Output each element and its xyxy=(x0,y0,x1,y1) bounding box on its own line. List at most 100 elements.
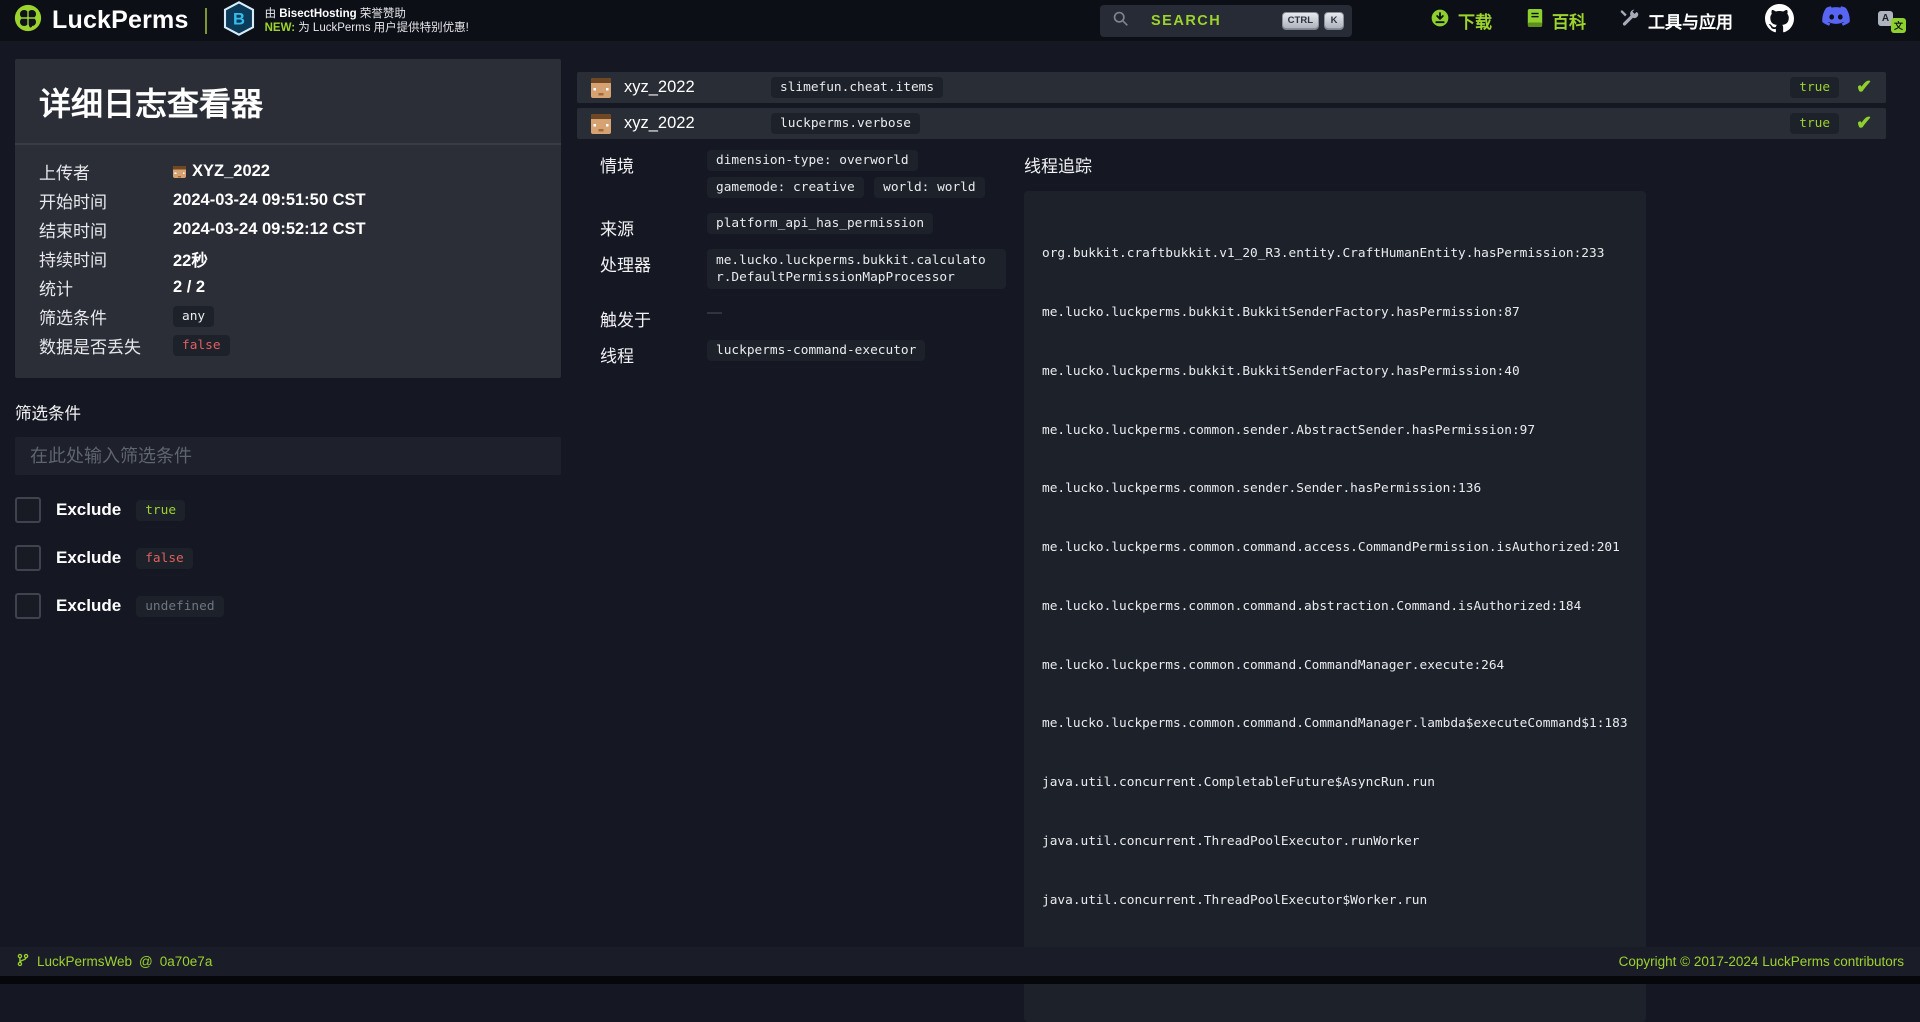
search-label: SEARCH xyxy=(1151,13,1221,29)
log-row-1[interactable]: xyz_2022 slimefun.cheat.items true ✔ xyxy=(577,72,1886,103)
search-box[interactable]: SEARCH CTRL K xyxy=(1100,5,1352,37)
exclude-options: Exclude true Exclude false Exclude undef… xyxy=(15,497,561,619)
footer-version-link[interactable]: LuckPermsWeb @ 0a70e7a xyxy=(16,953,212,970)
brand-title: LuckPerms xyxy=(52,6,189,35)
player-avatar-icon xyxy=(591,114,611,134)
exclude-row-false: Exclude false xyxy=(15,545,561,571)
footer-commit-hash: 0a70e7a xyxy=(160,954,213,969)
svg-text:B: B xyxy=(233,9,245,28)
discord-icon[interactable] xyxy=(1820,5,1852,36)
exclude-value-false: false xyxy=(136,548,193,569)
row-username: xyz_2022 xyxy=(624,78,771,97)
trace-heading: 线程追踪 xyxy=(1024,152,1886,177)
nav-link-wiki[interactable]: 百科 xyxy=(1526,8,1586,33)
thread-chip: luckperms-command-executor xyxy=(707,340,925,361)
sidebar: 详细日志查看器 上传者 XYZ_2022 开始时间 202 xyxy=(15,59,561,641)
navbar: LuckPerms B 由 BisectHosting 荣誉赞助 NEW: 为 … xyxy=(0,0,1920,41)
footer-copyright: Copyright © 2017-2024 LuckPerms contribu… xyxy=(1619,954,1904,969)
sponsor-new-badge: NEW: xyxy=(265,22,295,34)
navbar-divider xyxy=(205,8,207,34)
field-origin: 来源 platform_api_has_permission xyxy=(600,213,1024,240)
log-info-panel: 详细日志查看器 上传者 XYZ_2022 开始时间 202 xyxy=(15,59,561,378)
origin-chip: platform_api_has_permission xyxy=(707,213,933,234)
page-title: 详细日志查看器 xyxy=(15,59,561,145)
meta-row-start-time: 开始时间 2024-03-24 09:51:50 CST xyxy=(39,186,537,215)
key-k: K xyxy=(1324,12,1344,29)
trace-line: me.lucko.luckperms.common.command.access… xyxy=(1042,538,1628,558)
processor-chip: me.lucko.luckperms.bukkit.calculator.Def… xyxy=(707,249,1006,289)
row-username: xyz_2022 xyxy=(624,114,771,133)
trace-line: me.lucko.luckperms.common.sender.Abstrac… xyxy=(1042,421,1628,441)
context-chip: world: world xyxy=(874,177,984,198)
exclude-value-true: true xyxy=(136,500,185,521)
bisecthosting-logo-icon: B xyxy=(223,1,255,41)
field-processor: 处理器 me.lucko.luckperms.bukkit.calculator… xyxy=(600,249,1024,295)
trace-line: java.util.concurrent.CompletableFuture$A… xyxy=(1042,773,1628,793)
uploader-avatar-icon xyxy=(173,165,186,178)
meta-row-uploader: 上传者 XYZ_2022 xyxy=(39,157,537,186)
key-ctrl: CTRL xyxy=(1282,12,1319,29)
player-avatar-icon xyxy=(591,78,611,98)
meta-row-filter: 筛选条件 any xyxy=(39,302,537,331)
meta-table: 上传者 XYZ_2022 开始时间 2024-03-24 09:51:50 CS… xyxy=(15,145,561,378)
search-shortcut: CTRL K xyxy=(1282,12,1344,29)
footer-app-name: LuckPermsWeb xyxy=(37,954,132,969)
meta-row-end-time: 结束时间 2024-03-24 09:52:12 CST xyxy=(39,215,537,244)
book-icon xyxy=(1526,8,1544,33)
uploader-name[interactable]: XYZ_2022 xyxy=(192,162,270,181)
exclude-row-true: Exclude true xyxy=(15,497,561,523)
trace-line: me.lucko.luckperms.common.command.Comman… xyxy=(1042,656,1628,676)
brand[interactable]: LuckPerms xyxy=(14,4,189,37)
check-icon: ✔ xyxy=(1856,78,1872,97)
context-chip: dimension-type: overworld xyxy=(707,150,918,171)
luckperms-logo-icon xyxy=(14,4,42,37)
exclude-checkbox-undefined[interactable] xyxy=(15,593,41,619)
trace-line: me.lucko.luckperms.bukkit.BukkitSenderFa… xyxy=(1042,362,1628,382)
result-chip: true xyxy=(1790,77,1839,98)
check-icon: ✔ xyxy=(1856,114,1872,133)
trace-line: me.lucko.luckperms.common.sender.Sender.… xyxy=(1042,479,1628,499)
truncated-chip: false xyxy=(173,335,230,356)
meta-row-truncated: 数据是否丢失 false xyxy=(39,331,537,360)
exclude-checkbox-true[interactable] xyxy=(15,497,41,523)
permission-chip: luckperms.verbose xyxy=(771,113,920,134)
detail-fields: 情境 dimension-type: overworld gamemode: c… xyxy=(577,150,1024,1022)
result-chip: true xyxy=(1790,113,1839,134)
tools-icon xyxy=(1620,8,1640,33)
search-icon xyxy=(1112,10,1129,32)
translate-icon[interactable]: A 文 xyxy=(1878,9,1906,33)
git-branch-icon xyxy=(16,953,30,970)
permission-chip: slimefun.cheat.items xyxy=(771,77,943,98)
download-icon xyxy=(1430,8,1450,33)
exclude-row-undefined: Exclude undefined xyxy=(15,593,561,619)
footer: LuckPermsWeb @ 0a70e7a Copyright © 2017-… xyxy=(0,947,1920,976)
meta-row-duration: 持续时间 22秒 xyxy=(39,244,537,273)
trace-line: org.bukkit.craftbukkit.v1_20_R3.entity.C… xyxy=(1042,244,1628,264)
trace-line: me.lucko.luckperms.common.command.abstra… xyxy=(1042,597,1628,617)
exclude-value-undefined: undefined xyxy=(136,596,223,617)
filter-heading: 筛选条件 xyxy=(15,400,561,424)
bottom-strip xyxy=(0,976,1920,984)
log-row-2[interactable]: xyz_2022 luckperms.verbose true ✔ xyxy=(577,108,1886,139)
trace-line: me.lucko.luckperms.bukkit.BukkitSenderFa… xyxy=(1042,303,1628,323)
trace-line: me.lucko.luckperms.common.command.Comman… xyxy=(1042,714,1628,734)
context-chip: gamemode: creative xyxy=(707,177,864,198)
nav-link-tools[interactable]: 工具与应用 xyxy=(1620,8,1733,33)
trace-line: java.util.concurrent.ThreadPoolExecutor$… xyxy=(1042,891,1628,911)
field-caused-by: 触发于 — xyxy=(600,304,1024,331)
field-contexts: 情境 dimension-type: overworld gamemode: c… xyxy=(600,150,1024,204)
caused-by-value: — xyxy=(707,301,722,321)
sponsor-banner[interactable]: B 由 BisectHosting 荣誉赞助 NEW: 为 LuckPerms … xyxy=(223,1,469,41)
log-detail: 情境 dimension-type: overworld gamemode: c… xyxy=(577,150,1886,1022)
trace-panel: org.bukkit.craftbukkit.v1_20_R3.entity.C… xyxy=(1024,191,1646,1022)
sponsor-text: 由 BisectHosting 荣誉赞助 NEW: 为 LuckPerms 用户… xyxy=(265,7,469,35)
footer-at: @ xyxy=(139,954,153,969)
log-list: xyz_2022 slimefun.cheat.items true ✔ xyz… xyxy=(577,72,1886,1022)
nav-link-download[interactable]: 下载 xyxy=(1430,8,1492,33)
exclude-checkbox-false[interactable] xyxy=(15,545,41,571)
trace-line: java.util.concurrent.ThreadPoolExecutor.… xyxy=(1042,832,1628,852)
trace-section: 线程追踪 org.bukkit.craftbukkit.v1_20_R3.ent… xyxy=(1024,150,1886,1022)
field-thread: 线程 luckperms-command-executor xyxy=(600,340,1024,367)
filter-input[interactable] xyxy=(15,437,561,475)
github-icon[interactable] xyxy=(1765,4,1794,38)
